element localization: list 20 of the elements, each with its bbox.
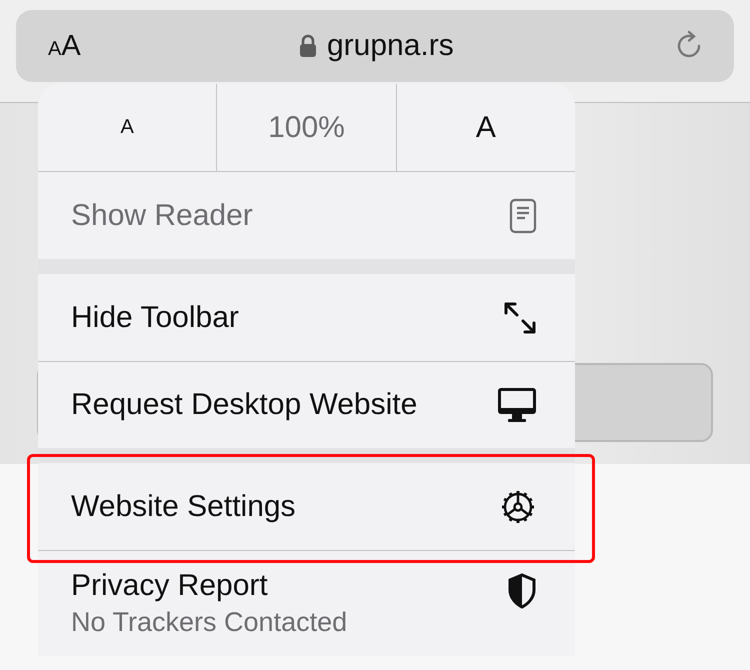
menu-item[interactable]: Website Settings xyxy=(38,463,575,550)
address-bar[interactable]: AA grupna.rs xyxy=(16,10,734,82)
menu-item-label: Website Settings xyxy=(71,490,296,524)
menu-item-label: Hide Toolbar xyxy=(71,300,239,334)
url-text: grupna.rs xyxy=(326,29,454,63)
zoom-level[interactable]: 100% xyxy=(216,84,396,171)
menu-item[interactable]: Privacy Report No Trackers Contacted xyxy=(38,550,575,656)
expand-arrows-icon xyxy=(503,300,537,334)
menu-item-label: Show Reader xyxy=(71,198,253,232)
menu-item[interactable]: Hide Toolbar xyxy=(38,274,575,361)
decrease-text-size-button[interactable]: A xyxy=(38,84,216,171)
lock-icon xyxy=(298,34,317,58)
increase-text-size-button[interactable]: A xyxy=(396,84,575,171)
menu-item-subtitle: No Trackers Contacted xyxy=(71,607,348,638)
menu-item-label: Request Desktop Website xyxy=(71,388,418,422)
monitor-icon xyxy=(497,387,537,423)
document-icon xyxy=(509,198,537,234)
shield-icon xyxy=(507,573,537,609)
menu-item-label: Privacy Report xyxy=(71,569,269,603)
text-size-button[interactable]: AA xyxy=(48,30,81,62)
